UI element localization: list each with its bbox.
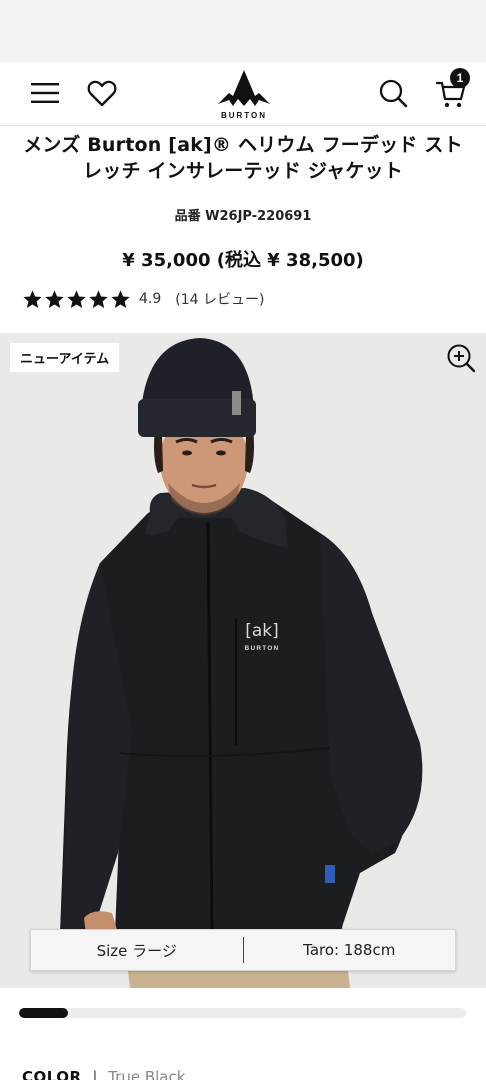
menu-button[interactable]: [26, 76, 64, 110]
gallery-progress-fill: [19, 1008, 69, 1018]
star-icon: [89, 289, 108, 308]
search-button[interactable]: [374, 74, 412, 112]
jacket-brand-text: BURTON: [245, 645, 280, 652]
rating-summary[interactable]: 4.9 (14 レビュー): [22, 287, 264, 311]
color-selector-label: COLOR | True Black: [22, 1068, 185, 1080]
site-header: BURTON 1: [0, 62, 486, 126]
gallery-progress-bar[interactable]: [19, 1008, 466, 1018]
product-sku: 品番 W26JP-220691: [174, 209, 312, 224]
review-count-link[interactable]: (14 レビュー): [175, 289, 264, 309]
jacket-ak-logo: [ak]: [245, 621, 279, 641]
hamburger-menu-icon: [31, 83, 59, 103]
product-title: メンズ Burton [ak]® ヘリウム フーデッド ストレッチ インサレーテ…: [23, 134, 463, 182]
cart-button[interactable]: 1: [428, 66, 474, 112]
burton-logo[interactable]: BURTON: [213, 66, 275, 122]
star-rating: [22, 289, 131, 310]
model-size-label: Size ラージ: [96, 941, 177, 960]
color-value: True Black: [108, 1068, 186, 1080]
new-item-badge: ニューアイテム: [10, 343, 120, 372]
color-divider: |: [92, 1068, 98, 1080]
rating-value: 4.9: [139, 291, 162, 307]
product-price: ¥ 35,000 (税込 ¥ 38,500): [122, 250, 364, 271]
brand-wordmark: BURTON: [221, 111, 267, 120]
zoom-button[interactable]: [444, 341, 478, 375]
model-size-info: Size ラージ Taro: 188cm: [30, 929, 456, 971]
star-icon: [23, 289, 42, 308]
cart-count-badge: 1: [450, 68, 470, 88]
star-icon: [111, 289, 130, 308]
star-icon: [67, 289, 86, 308]
model-height-label: Taro: 188cm: [303, 941, 396, 959]
heart-icon: [87, 80, 117, 107]
zoom-in-icon: [447, 344, 476, 373]
status-bar: [0, 0, 486, 62]
color-label: COLOR: [22, 1068, 82, 1080]
product-photo: [ak] BURTON: [60, 338, 423, 988]
star-icon: [45, 289, 64, 308]
product-image-gallery[interactable]: [ak] BURTON ニューアイテム Size ラージ Taro: 188cm: [0, 333, 486, 988]
search-icon: [379, 79, 408, 108]
wishlist-button[interactable]: [84, 76, 120, 110]
